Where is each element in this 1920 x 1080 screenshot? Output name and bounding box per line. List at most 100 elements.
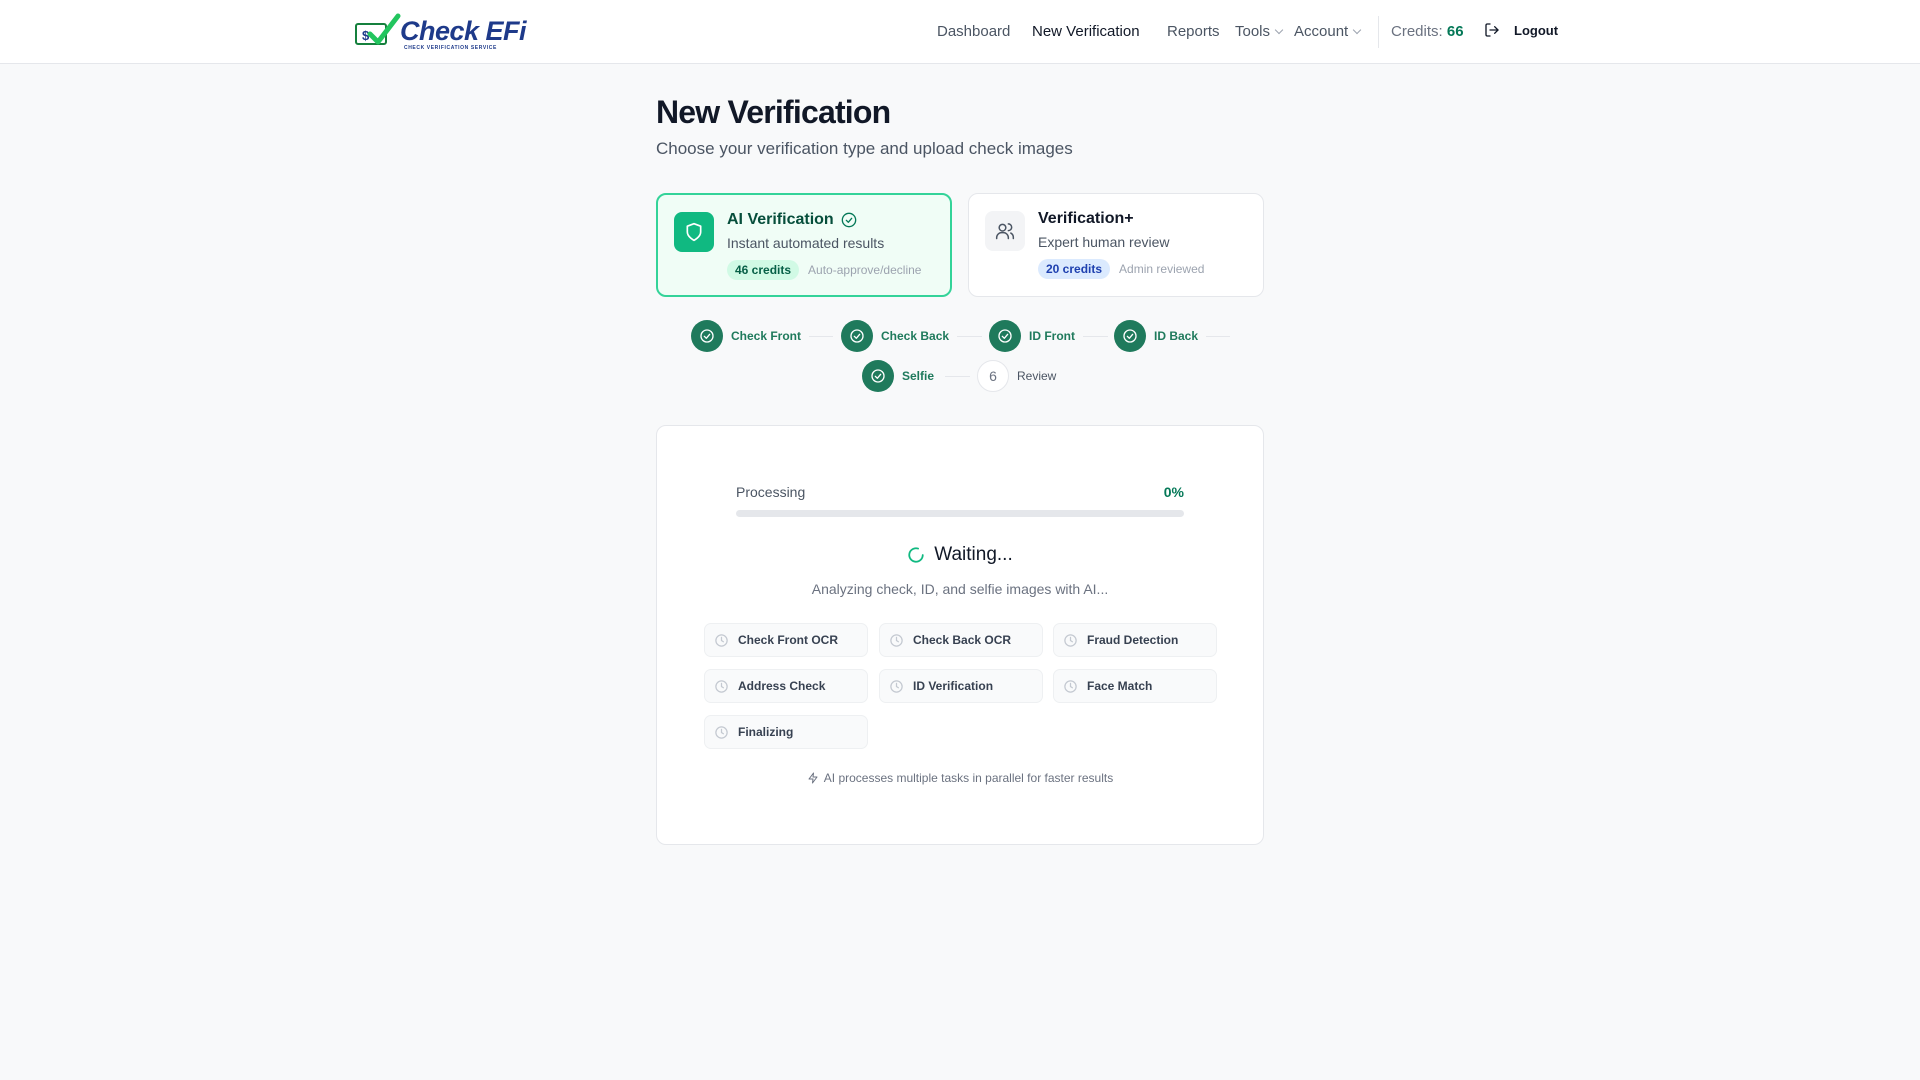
step-connector <box>1083 336 1108 337</box>
top-header: $ Check EFi CHECK VERIFICATION SERVICE D… <box>0 0 1920 64</box>
step-connector <box>957 336 982 337</box>
page-title: New Verification <box>656 94 891 130</box>
ai-verification-credits-badge: 46 credits <box>727 260 800 280</box>
check-circle-icon <box>700 329 714 343</box>
logo[interactable]: $ Check EFi CHECK VERIFICATION SERVICE <box>354 12 527 52</box>
task-label: ID Verification <box>913 679 994 693</box>
logout-icon <box>1485 23 1499 37</box>
task-finalizing: Finalizing <box>704 715 868 749</box>
task-label: Check Front OCR <box>738 633 839 647</box>
task-address-check: Address Check <box>704 669 868 703</box>
step-review[interactable]: 6 Review <box>977 360 1056 392</box>
task-check-back-ocr: Check Back OCR <box>879 623 1043 657</box>
ai-verification-description: Instant automated results <box>727 235 885 251</box>
step-selfie[interactable]: Selfie <box>862 360 934 392</box>
verification-plus-card[interactable]: Verification+ Expert human review 20 cre… <box>968 193 1264 297</box>
credits-display: Credits: 66 <box>1391 23 1464 40</box>
ai-verification-note: Auto-approve/decline <box>808 263 922 277</box>
logout-button[interactable]: Logout <box>1484 22 1558 38</box>
step-id-front[interactable]: ID Front <box>989 320 1075 352</box>
step-label: Selfie <box>902 369 935 383</box>
nav-dashboard[interactable]: Dashboard <box>937 23 1010 40</box>
check-circle-icon <box>850 329 864 343</box>
task-face-match: Face Match <box>1053 669 1217 703</box>
processing-label: Processing <box>736 484 806 500</box>
clock-icon <box>1064 633 1077 647</box>
nav-account[interactable]: Account <box>1294 23 1362 40</box>
parallel-footnote: AI processes multiple tasks in parallel … <box>657 771 1263 785</box>
step-number-marker: 6 <box>977 360 1009 392</box>
ai-verification-meta: 46 credits Auto-approve/decline <box>727 260 921 280</box>
spinner-icon <box>908 547 924 563</box>
check-logo-icon: $ <box>355 13 401 45</box>
step-label: ID Back <box>1154 329 1199 343</box>
lightning-icon <box>808 772 818 784</box>
task-fraud-detection: Fraud Detection <box>1053 623 1217 657</box>
step-complete-marker <box>691 320 723 352</box>
status-row: Waiting... <box>657 544 1263 566</box>
credits-value: 66 <box>1446 23 1464 40</box>
task-check-front-ocr: Check Front OCR <box>704 623 868 657</box>
logo-text: Check EFi <box>400 16 527 46</box>
ai-verification-card[interactable]: AI Verification Instant automated result… <box>656 193 952 297</box>
header-divider <box>1378 16 1379 48</box>
logo-subtext: CHECK VERIFICATION SERVICE <box>404 45 497 51</box>
page-subtitle: Choose your verification type and upload… <box>656 139 1073 158</box>
step-connector <box>809 336 833 337</box>
nav-account-label: Account <box>1294 23 1349 40</box>
task-label: Fraud Detection <box>1087 633 1179 647</box>
processing-description: Analyzing check, ID, and selfie images w… <box>811 581 1109 597</box>
chevron-down-icon <box>1274 25 1284 35</box>
nav-reports[interactable]: Reports <box>1167 23 1220 40</box>
step-id-back[interactable]: ID Back <box>1114 320 1198 352</box>
clock-icon <box>715 679 728 693</box>
check-circle-icon <box>998 329 1012 343</box>
verification-plus-description: Expert human review <box>1038 234 1170 250</box>
nav-tools[interactable]: Tools <box>1235 23 1284 40</box>
task-label: Finalizing <box>738 725 794 739</box>
users-icon <box>995 223 1015 240</box>
step-label: Check Back <box>881 329 950 343</box>
step-complete-marker <box>989 320 1021 352</box>
nav-tools-label: Tools <box>1235 23 1271 40</box>
chevron-down-icon <box>1352 25 1362 35</box>
verification-plus-note: Admin reviewed <box>1119 262 1205 276</box>
step-check-back[interactable]: Check Back <box>841 320 949 352</box>
task-label: Address Check <box>738 679 826 693</box>
footnote-text: AI processes multiple tasks in parallel … <box>823 771 1114 785</box>
clock-icon <box>890 633 903 647</box>
check-circle-icon <box>871 369 885 383</box>
clock-icon <box>715 725 728 739</box>
task-label: Check Back OCR <box>913 633 1012 647</box>
step-label: ID Front <box>1029 329 1075 343</box>
processing-card: Processing 0% Waiting... Analyzing check… <box>656 425 1264 845</box>
nav-new-verification[interactable]: New Verification <box>1032 23 1140 40</box>
credits-label: Credits: <box>1391 23 1443 40</box>
check-circle-icon <box>841 212 857 228</box>
step-connector <box>945 376 970 377</box>
shield-icon <box>686 222 702 242</box>
task-label: Face Match <box>1087 679 1153 693</box>
logout-label: Logout <box>1514 22 1559 38</box>
ai-verification-icon-box <box>674 212 714 252</box>
check-circle-icon <box>1123 329 1137 343</box>
step-check-front[interactable]: Check Front <box>691 320 801 352</box>
progress-bar <box>736 510 1184 517</box>
clock-icon <box>1064 679 1077 693</box>
status-text: Waiting... <box>934 544 1013 565</box>
verification-plus-title: Verification+ <box>1038 210 1134 227</box>
clock-icon <box>715 633 728 647</box>
processing-percent: 0% <box>1163 484 1184 500</box>
ai-verification-title-row: AI Verification <box>727 211 857 229</box>
ai-verification-title: AI Verification <box>727 211 834 228</box>
task-id-verification: ID Verification <box>879 669 1043 703</box>
verification-plus-meta: 20 credits Admin reviewed <box>1038 259 1204 279</box>
step-label: Review <box>1017 369 1057 383</box>
verification-plus-icon-box <box>985 211 1025 251</box>
clock-icon <box>890 679 903 693</box>
step-complete-marker <box>1114 320 1146 352</box>
step-complete-marker <box>841 320 873 352</box>
verification-plus-credits-badge: 20 credits <box>1038 259 1111 279</box>
step-complete-marker <box>862 360 894 392</box>
step-label: Check Front <box>731 329 802 343</box>
